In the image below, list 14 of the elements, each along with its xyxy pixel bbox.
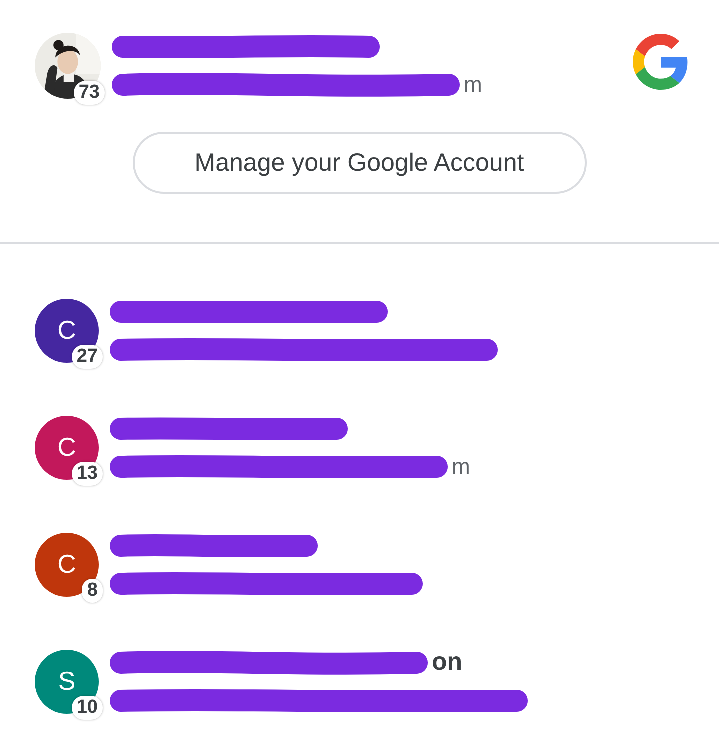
manage-account-button[interactable]: Manage your Google Account xyxy=(132,132,586,194)
g-logo-icon xyxy=(633,34,689,90)
account-email: m xyxy=(464,72,482,98)
count-badge: 27 xyxy=(72,344,103,368)
account-item[interactable]: C 13 m xyxy=(0,389,719,506)
account-name: on xyxy=(432,648,463,677)
count-badge: 73 xyxy=(74,81,105,105)
count-badge: 8 xyxy=(82,578,103,602)
count-badge: 10 xyxy=(72,696,103,720)
account-email: m xyxy=(452,454,470,480)
account-item[interactable]: S 10 on xyxy=(0,623,719,740)
account-item[interactable]: C 27 xyxy=(0,272,719,389)
account-item[interactable]: C 8 xyxy=(0,506,719,623)
count-badge: 13 xyxy=(72,462,103,486)
